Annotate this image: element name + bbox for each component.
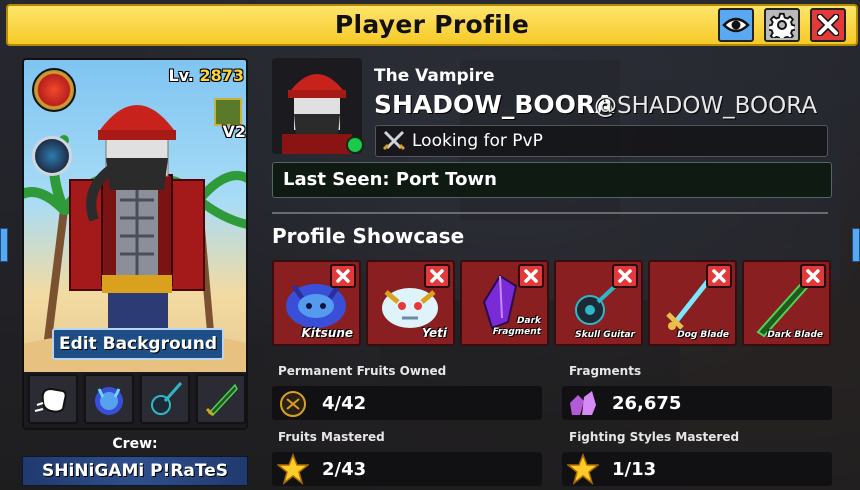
close-icon [618,269,632,283]
permanent-fruits-box: 4/42 [272,386,542,420]
remove-item-button[interactable] [518,264,544,288]
showcase-item-kitsune[interactable]: Kitsune [272,260,361,346]
last-seen-label: Last Seen: [283,169,390,190]
gear-icon [769,12,795,38]
showcase-item-dark-blade[interactable]: Dark Blade [742,260,831,346]
showcase-label: Skull Guitar [575,330,635,340]
close-icon [712,269,726,283]
fighting-style-icon [34,387,67,413]
race-version: V2 [222,122,246,141]
showcase-item-yeti[interactable]: Yeti [366,260,455,346]
permanent-fruits-value: 4/42 [322,392,367,414]
crew-label: Crew: [112,436,158,452]
permanent-fruit-icon [280,391,306,417]
fruits-mastered-label: Fruits Mastered [278,430,385,444]
showcase-label: Dark Fragment [492,316,541,337]
last-seen-location: Port Town [395,169,497,190]
remove-item-button[interactable] [424,264,450,288]
star-icon [567,453,599,485]
level-value: 2873 [199,66,244,85]
status-text: Looking for PvP [412,131,543,151]
showcase-label: Kitsune [301,326,353,340]
remove-item-button[interactable] [612,264,638,288]
crew-name[interactable]: SHiNiGAMi P!RaTeS [22,456,248,486]
status-field[interactable]: Looking for PvP [375,125,828,157]
permanent-fruits-label: Permanent Fruits Owned [278,364,447,378]
fighting-styles-value: 1/13 [612,458,657,480]
showcase-label: Dog Blade [677,330,729,340]
equipped-slot[interactable] [28,374,78,424]
showcase-item-dark-fragment[interactable]: Dark Fragment [460,260,549,346]
divider [272,212,828,214]
showcase-item-dog-blade[interactable]: Dog Blade [648,260,737,346]
character-background: Lv. 2873 V2 Edit Background [24,60,246,372]
fragments-box: 26,675 [562,386,832,420]
remove-item-button[interactable] [706,264,732,288]
fragments-icon [570,391,596,415]
showcase-title: Profile Showcase [272,224,465,248]
fighting-styles-label: Fighting Styles Mastered [569,430,740,444]
remove-item-button[interactable] [800,264,826,288]
showcase-list: Kitsune Yeti Dark Fragment Skull Guitar … [272,260,836,346]
character-card: Lv. 2873 V2 Edit Background [22,58,248,430]
online-indicator [346,136,364,154]
eye-icon [722,17,750,33]
player-username: SHADOW_BOORA [374,90,615,119]
close-icon [430,269,444,283]
remove-item-button[interactable] [330,264,356,288]
equipped-slot[interactable] [140,374,190,424]
level-label: Lv. 2873 [168,66,244,85]
close-icon [817,14,839,36]
crossed-swords-icon [382,130,406,151]
fighting-styles-box: 1/13 [562,452,832,486]
race-emblem-icon [32,68,76,112]
player-handle: @SHADOW_BOORA [594,93,818,119]
fragments-value: 26,675 [612,392,682,414]
left-edge-tab[interactable] [0,228,8,262]
kitsune-fruit-icon [95,387,123,415]
fruits-mastered-box: 2/43 [272,452,542,486]
close-icon [806,269,820,283]
title-bar: Player Profile [6,4,858,46]
equipped-slot[interactable] [84,374,134,424]
showcase-item-skull-guitar[interactable]: Skull Guitar [554,260,643,346]
close-icon [524,269,538,283]
settings-button[interactable] [764,8,800,42]
last-seen: Last Seen: Port Town [272,162,832,198]
edit-background-button[interactable]: Edit Background [52,328,224,360]
visibility-button[interactable] [718,8,754,42]
equipped-slots [28,374,246,426]
fragments-label: Fragments [569,364,642,378]
fruits-mastered-value: 2/43 [322,458,367,480]
equipped-slot[interactable] [196,374,246,424]
player-title: The Vampire [374,66,495,86]
right-edge-tab[interactable] [852,228,860,262]
skull-guitar-icon [151,382,183,415]
showcase-label: Dark Blade [767,330,823,340]
close-button[interactable] [810,8,846,42]
showcase-label: Yeti [421,326,447,340]
dark-blade-icon [205,383,238,417]
star-icon [277,453,309,485]
close-icon [336,269,350,283]
bounty-ring-icon [32,136,72,176]
